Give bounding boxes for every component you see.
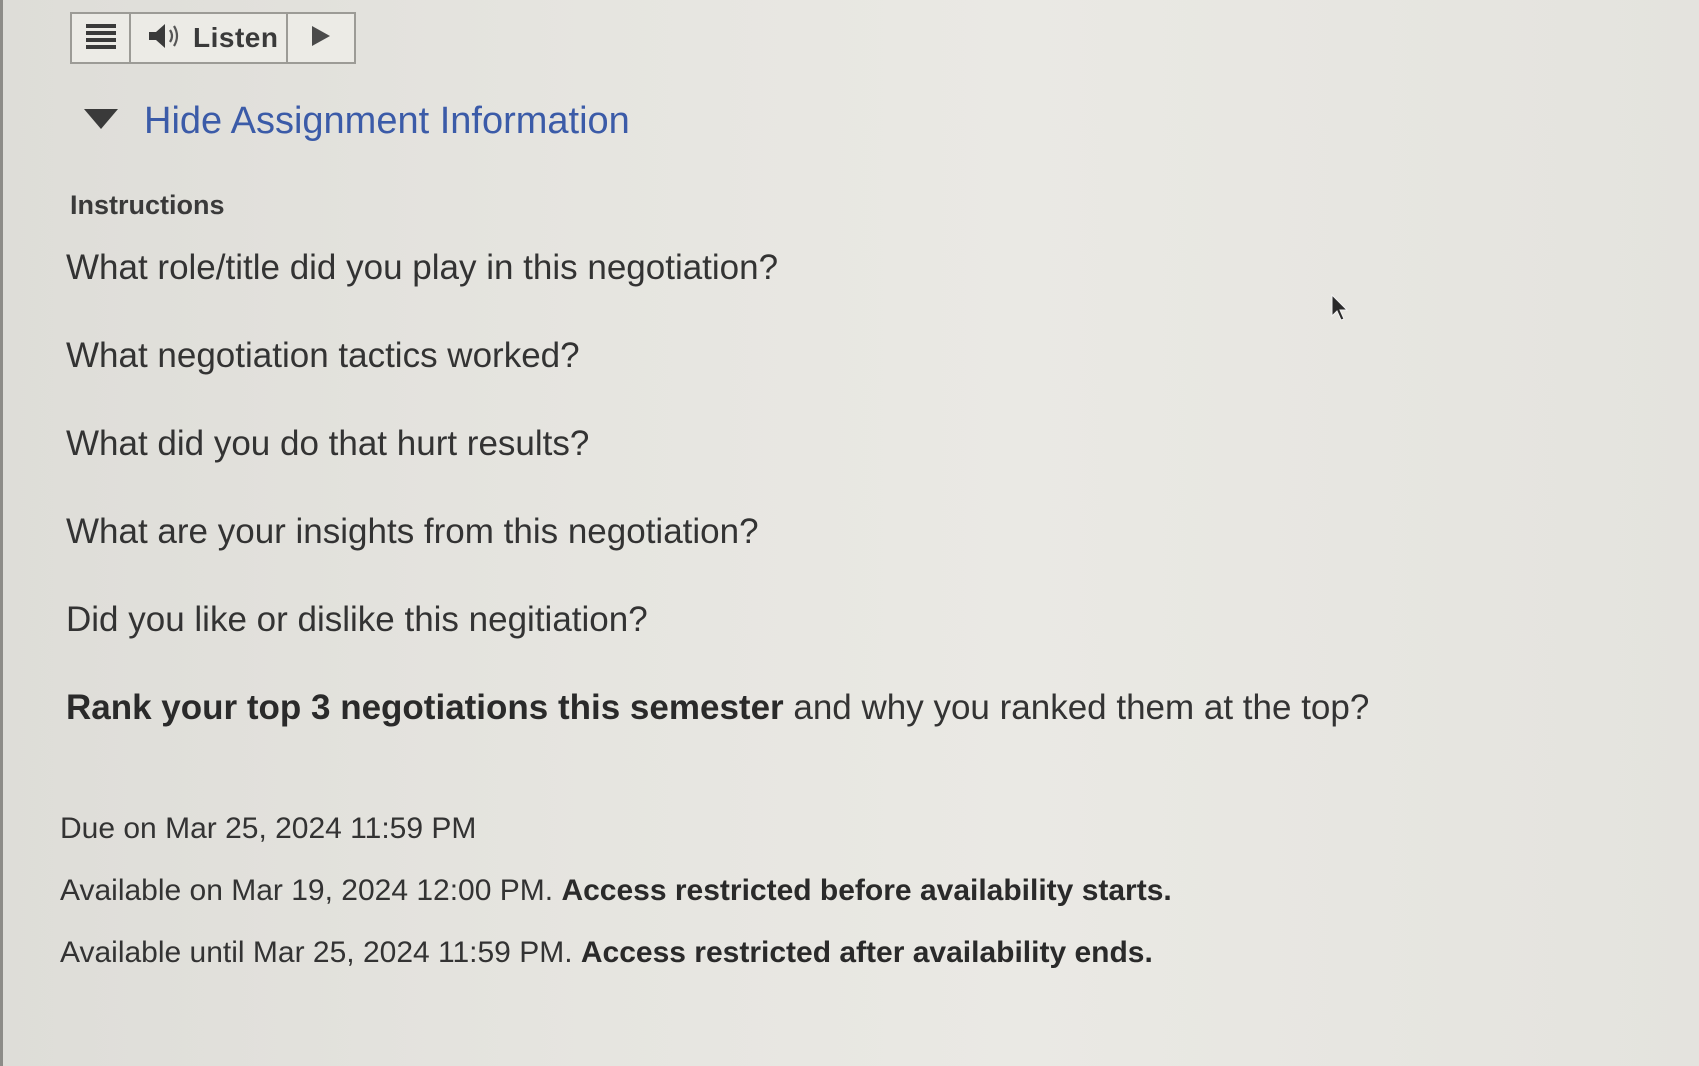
available-until-date: Available until Mar 25, 2024 11:59 PM. bbox=[60, 936, 581, 969]
listen-label: Listen bbox=[193, 22, 279, 53]
menu-button[interactable] bbox=[72, 14, 131, 62]
question-hurt-results: What did you do that hurt results? bbox=[66, 424, 590, 463]
available-on: Available on Mar 19, 2024 12:00 PM. Acce… bbox=[60, 874, 1172, 908]
available-until: Available until Mar 25, 2024 11:59 PM. A… bbox=[60, 936, 1153, 970]
question-tactics: What negotiation tactics worked? bbox=[66, 336, 580, 375]
question-insights: What are your insights from this negotia… bbox=[66, 512, 759, 551]
mouse-pointer-icon bbox=[1331, 293, 1349, 327]
page-edge bbox=[0, 0, 3, 1066]
question-rank-bold: Rank your top 3 negotiations this semest… bbox=[66, 688, 784, 727]
question-role: What role/title did you play in this neg… bbox=[66, 248, 779, 287]
play-icon bbox=[310, 24, 332, 53]
instructions-heading: Instructions bbox=[70, 190, 225, 220]
available-on-date: Available on Mar 19, 2024 12:00 PM. bbox=[60, 874, 562, 907]
question-rank-rest: and why you ranked them at the top? bbox=[783, 688, 1370, 727]
listen-button[interactable]: Listen bbox=[131, 14, 288, 62]
play-button[interactable] bbox=[288, 14, 354, 62]
available-on-note: Access restricted before availability st… bbox=[561, 874, 1172, 907]
hide-assignment-info-toggle[interactable]: Hide Assignment Information bbox=[84, 100, 630, 143]
available-until-note: Access restricted after availability end… bbox=[580, 936, 1153, 969]
listen-toolbar: Listen bbox=[70, 12, 356, 64]
hamburger-icon bbox=[85, 22, 117, 55]
question-like-dislike: Did you like or dislike this negitiation… bbox=[66, 600, 648, 639]
caret-down-icon bbox=[84, 108, 118, 129]
due-date: Due on Mar 25, 2024 11:59 PM bbox=[60, 812, 477, 845]
speaker-icon bbox=[147, 21, 183, 56]
hide-assignment-info-label: Hide Assignment Information bbox=[144, 100, 630, 142]
question-rank: Rank your top 3 negotiations this semest… bbox=[66, 688, 1369, 728]
